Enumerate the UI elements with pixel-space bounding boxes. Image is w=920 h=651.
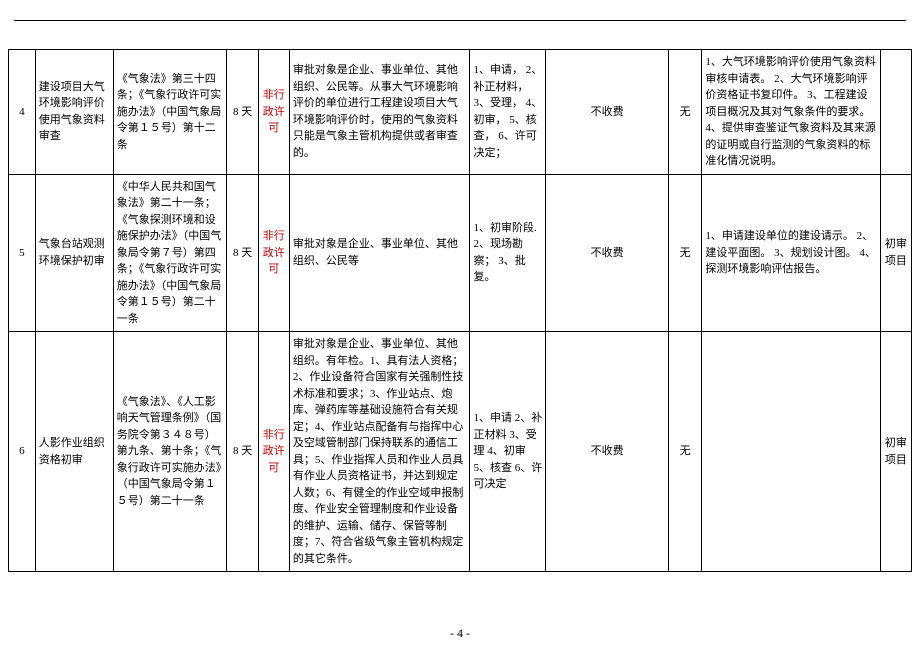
cell-procedure: 1、申请， 2、补正材料， 3、受理， 4、初审， 5、核查， 6、许可决定； xyxy=(470,50,546,175)
cell-objects: 审批对象是企业、事业单位、其他组织、公民等 xyxy=(289,174,470,332)
cell-charge-basis: 无 xyxy=(668,50,701,175)
cell-basis: 《气象法》第三十四条；《气象行政许可实施办法》（中国气象局令第１５号）第十二条 xyxy=(113,50,227,175)
cell-type: 非行政许可 xyxy=(258,174,289,332)
cell-objects: 审批对象是企业、事业单位、其他组织、公民等。从事大气环境影响评价的单位进行工程建… xyxy=(289,50,470,175)
cell-num: 6 xyxy=(9,332,36,572)
cell-basis: 《气象法》、《人工影响天气管理条例》（国务院令第３４８号）第九条、第十条；《气象… xyxy=(113,332,227,572)
cell-objects: 审批对象是企业、事业单位、其他组织。有年检。1、具有法人资格；2、作业设备符合国… xyxy=(289,332,470,572)
approval-table: 4 建设项目大气环境影响评价使用气象资料审查 《气象法》第三十四条；《气象行政许… xyxy=(8,49,912,572)
cell-charge-basis: 无 xyxy=(668,332,701,572)
cell-type: 非行政许可 xyxy=(258,50,289,175)
cell-days: 8 天 xyxy=(227,332,258,572)
cell-fee: 不收费 xyxy=(546,50,669,175)
cell-remark: 初审项目 xyxy=(880,174,911,332)
cell-item: 气象台站观测环境保护初审 xyxy=(35,174,113,332)
cell-fee: 不收费 xyxy=(546,332,669,572)
page-top-rule xyxy=(14,20,906,21)
cell-procedure: 1、申请 2、补正材料 3、受理 4、初审 5、核查 6、许可决定 xyxy=(470,332,546,572)
cell-days: 8 天 xyxy=(227,174,258,332)
table-row: 5 气象台站观测环境保护初审 《中华人民共和国气象法》第二十一条；《气象探测环境… xyxy=(9,174,912,332)
cell-num: 5 xyxy=(9,174,36,332)
cell-item: 人影作业组织资格初审 xyxy=(35,332,113,572)
cell-procedure: 1、初审阶段. 2、现场勘察； 3、批复。 xyxy=(470,174,546,332)
cell-type: 非行政许可 xyxy=(258,332,289,572)
cell-charge-basis: 无 xyxy=(668,174,701,332)
table-row: 4 建设项目大气环境影响评价使用气象资料审查 《气象法》第三十四条；《气象行政许… xyxy=(9,50,912,175)
cell-materials xyxy=(702,332,880,572)
cell-basis: 《中华人民共和国气象法》第二十一条；《气象探测环境和设施保护办法》（中国气象局令… xyxy=(113,174,227,332)
cell-item: 建设项目大气环境影响评价使用气象资料审查 xyxy=(35,50,113,175)
cell-num: 4 xyxy=(9,50,36,175)
cell-remark: 初审项目 xyxy=(880,332,911,572)
page-number: - 4 - xyxy=(0,626,920,641)
cell-materials: 1、申请建设单位的建设请示。 2、建设平面图。 3、规划设计图。 4、探测环境影… xyxy=(702,174,880,332)
cell-materials: 1、大气环境影响评价使用气象资料审核申请表。 2、大气环境影响评价资格证书复印件… xyxy=(702,50,880,175)
table-row: 6 人影作业组织资格初审 《气象法》、《人工影响天气管理条例》（国务院令第３４８… xyxy=(9,332,912,572)
cell-remark xyxy=(880,50,911,175)
cell-fee: 不收费 xyxy=(546,174,669,332)
cell-days: 8 天 xyxy=(227,50,258,175)
